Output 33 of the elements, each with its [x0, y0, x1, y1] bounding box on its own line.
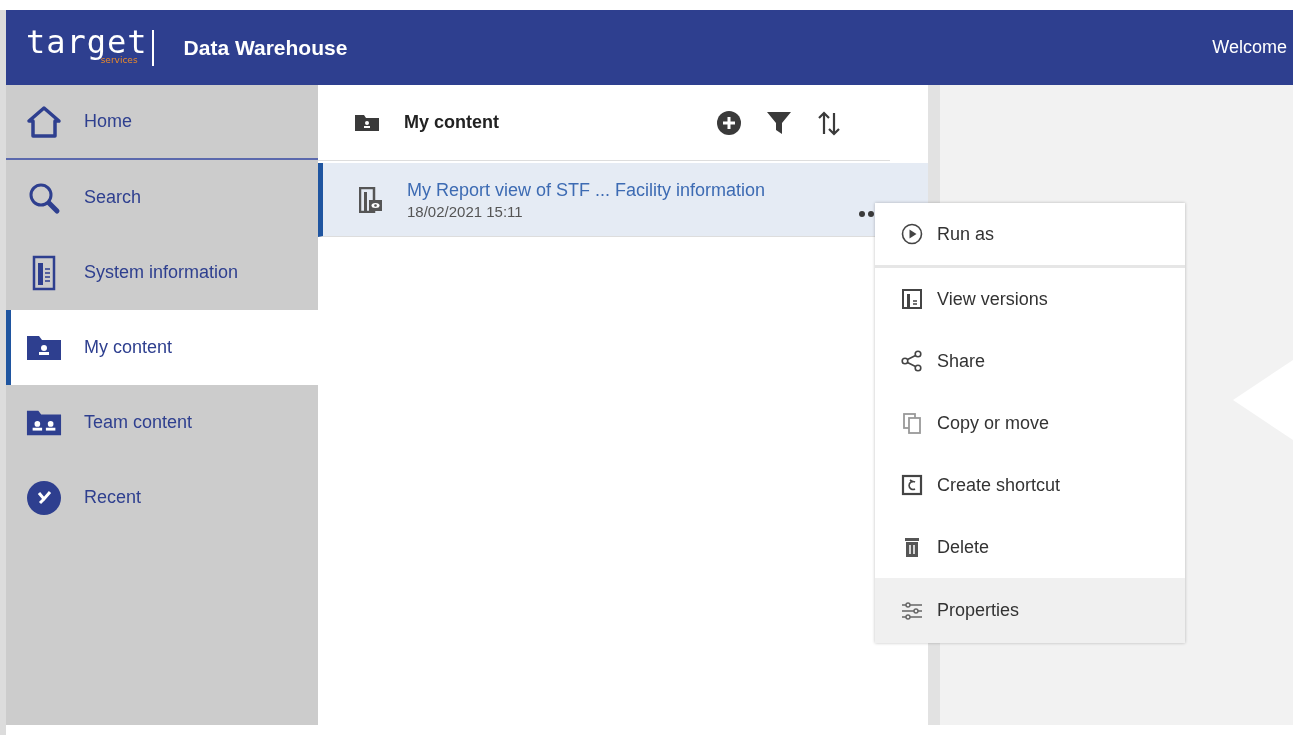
report-view-icon — [359, 186, 383, 213]
content-title: My content — [404, 112, 499, 133]
menu-item[interactable]: Properties — [875, 578, 1185, 643]
report-date: 18/02/2021 15:11 — [407, 202, 524, 220]
app-title: Data Warehouse — [183, 35, 348, 60]
sidebar-item[interactable]: Team content — [6, 385, 318, 460]
menu-item[interactable]: Copy or move — [875, 392, 1185, 454]
share-icon — [901, 350, 923, 372]
sliders-icon — [901, 599, 923, 622]
menu-item[interactable]: Create shortcut — [875, 454, 1185, 516]
report-name[interactable]: My Report view of STF ... Facility information — [407, 179, 766, 201]
menu-item[interactable]: Share — [875, 330, 1185, 392]
user-folder-icon — [26, 334, 62, 361]
filter-icon[interactable] — [766, 109, 792, 136]
menu-item[interactable]: Run as — [875, 203, 1185, 268]
welcome-text: Welcome — [1212, 37, 1287, 58]
user-folder-icon — [354, 113, 380, 132]
sidebar-item[interactable]: System information — [6, 235, 318, 310]
copy-icon — [901, 412, 923, 434]
play-icon — [901, 223, 923, 245]
sidebar-item[interactable]: My content — [6, 310, 318, 385]
team-folder-icon — [26, 408, 62, 437]
versions-icon — [901, 288, 923, 310]
sort-icon[interactable] — [816, 109, 842, 136]
house-icon — [26, 104, 62, 139]
clock-icon — [26, 479, 62, 516]
menu-item[interactable]: View versions — [875, 268, 1185, 330]
shortcut-icon — [901, 474, 923, 496]
report-row[interactable]: My Report view of STF ... Facility information 18/02/2021 15:11 — [318, 163, 928, 237]
menu-item[interactable]: Delete — [875, 516, 1185, 578]
add-icon[interactable] — [716, 109, 742, 136]
sidebar-item[interactable]: Search — [6, 160, 318, 235]
sidebar-item[interactable]: Recent — [6, 460, 318, 535]
